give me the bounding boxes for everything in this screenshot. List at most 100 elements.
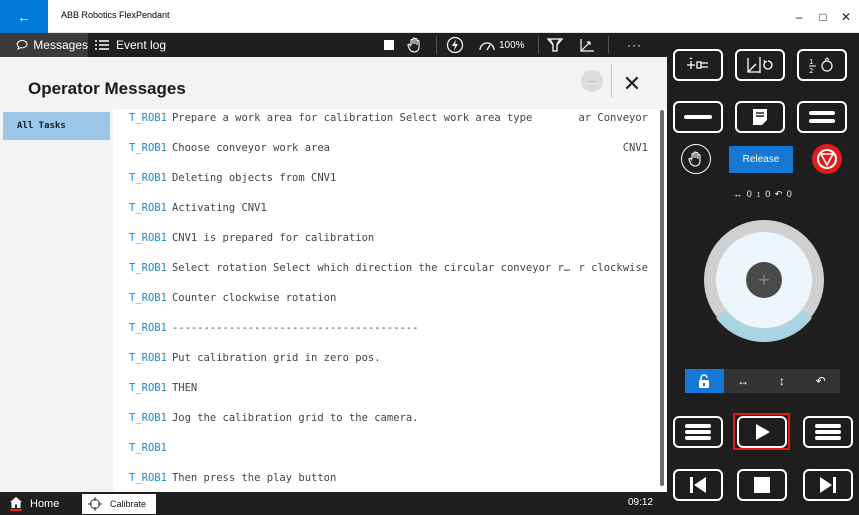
hand-guide-button[interactable] bbox=[406, 33, 424, 57]
half-speed-icon: 12 bbox=[809, 57, 833, 74]
message-source: T_ROB1 bbox=[129, 412, 167, 424]
task-filter-list: All Tasks bbox=[0, 109, 113, 492]
coordinate-frame-button[interactable] bbox=[578, 33, 596, 57]
stop-program-button[interactable] bbox=[737, 469, 787, 501]
speedometer-icon bbox=[479, 42, 495, 51]
lock-axis-button[interactable] bbox=[685, 369, 724, 393]
stop-square-icon bbox=[754, 477, 770, 493]
tool-frame-button[interactable] bbox=[546, 33, 564, 57]
message-row[interactable]: T_ROB1 bbox=[129, 442, 656, 458]
step-backward-button[interactable] bbox=[673, 469, 723, 501]
close-window-button[interactable]: ✕ bbox=[826, 0, 859, 33]
close-messages-button[interactable]: ✕ bbox=[620, 71, 644, 96]
axis-rotate-button[interactable]: ↶ bbox=[801, 369, 840, 393]
message-row[interactable]: T_ROB1 Activating CNV1 bbox=[129, 202, 656, 218]
flexpendant-window: ← ABB Robotics FlexPendant – □ ✕ Message… bbox=[0, 0, 859, 515]
back-button[interactable]: ← bbox=[0, 0, 48, 33]
status-bar: Home Calibrate 09:12 bbox=[0, 492, 667, 515]
message-text: Then press the play button bbox=[171, 472, 337, 484]
message-source: T_ROB1 bbox=[129, 292, 167, 304]
message-row[interactable]: T_ROB1 THEN bbox=[129, 382, 656, 398]
message-row[interactable]: T_ROB1 Select rotation Select which direc… bbox=[129, 262, 656, 278]
increment-button[interactable]: 12 bbox=[797, 49, 847, 81]
jog-control-panel: 12 Release ↔ 0 ↕ 0 ↶ 0 + ↔ ↕ ↶ bbox=[667, 33, 859, 515]
message-row[interactable]: T_ROB1 Deleting objects from CNV1 bbox=[129, 172, 656, 188]
stop-button[interactable] bbox=[384, 33, 394, 57]
more-options-button[interactable]: ··· bbox=[627, 33, 642, 57]
app-toolbar: Messages Event log 100% ··· bbox=[0, 33, 667, 57]
release-button[interactable]: Release bbox=[729, 146, 793, 173]
message-row[interactable]: T_ROB1 CNV1 is prepared for calibration bbox=[129, 232, 656, 248]
clock: 09:12 bbox=[627, 497, 653, 508]
jog-joystick[interactable]: + bbox=[702, 218, 826, 342]
list-icon bbox=[95, 40, 109, 50]
event-log-tab[interactable]: Event log bbox=[94, 33, 166, 57]
message-source: T_ROB1 bbox=[129, 442, 167, 454]
home-label: Home bbox=[30, 497, 60, 510]
horizontal-arrow-icon: ↔ bbox=[737, 374, 750, 388]
axis-y-button[interactable]: ↕ bbox=[763, 369, 802, 393]
note-button[interactable] bbox=[735, 101, 785, 133]
minus-button[interactable] bbox=[673, 101, 723, 133]
speed-control[interactable]: 100% bbox=[478, 33, 525, 57]
unlock-icon bbox=[699, 374, 710, 388]
more-icon: ··· bbox=[587, 76, 597, 86]
message-source: T_ROB1 bbox=[129, 232, 167, 244]
message-row[interactable]: T_ROB1 Put calibration grid in zero pos. bbox=[129, 352, 656, 368]
message-row[interactable]: T_ROB1 Prepare a work area for calibratio… bbox=[129, 112, 656, 128]
message-row[interactable]: T_ROB1 Then press the play button bbox=[129, 472, 656, 488]
left-menu-button[interactable] bbox=[673, 416, 723, 448]
back-arrow-icon: ← bbox=[17, 8, 31, 25]
event-log-tab-label: Event log bbox=[116, 38, 167, 52]
frame-rotate-button[interactable] bbox=[735, 49, 785, 81]
stop-square-icon bbox=[384, 40, 394, 50]
window-title: ABB Robotics FlexPendant bbox=[61, 10, 170, 20]
chat-icon bbox=[16, 39, 28, 51]
emergency-stop-icon bbox=[817, 149, 837, 169]
rotate-icon: ↶ bbox=[815, 374, 826, 388]
home-button[interactable]: Home bbox=[0, 492, 80, 515]
hand-icon bbox=[688, 151, 701, 167]
message-source: T_ROB1 bbox=[129, 352, 167, 364]
title-bar: ← ABB Robotics FlexPendant – □ ✕ bbox=[0, 0, 859, 33]
message-row[interactable]: T_ROB1 Choose conveyor work area CNV1 bbox=[129, 142, 656, 158]
close-icon: ✕ bbox=[622, 71, 642, 96]
message-row[interactable]: T_ROB1 Counter clockwise rotation bbox=[129, 292, 656, 308]
header-more-button[interactable]: ··· bbox=[581, 70, 603, 92]
dash-icon bbox=[684, 115, 712, 119]
message-row[interactable]: T_ROB1 ----------------------------------… bbox=[129, 322, 656, 338]
page-title: Operator Messages bbox=[28, 79, 186, 98]
axis-readout: ↔ 0 ↕ 0 ↶ 0 bbox=[733, 189, 793, 199]
toolbar-separator bbox=[538, 36, 539, 54]
step-forward-button[interactable] bbox=[803, 469, 853, 501]
hamburger-icon bbox=[815, 424, 841, 440]
axis-selector: ↔ ↕ ↶ bbox=[685, 369, 840, 393]
emergency-stop-button[interactable] bbox=[812, 144, 842, 174]
message-source: T_ROB1 bbox=[129, 382, 167, 394]
document-icon bbox=[753, 109, 767, 125]
message-text: Counter clockwise rotation bbox=[171, 292, 337, 304]
message-list[interactable]: T_ROB1 Prepare a work area for calibratio… bbox=[113, 109, 658, 492]
right-menu-button[interactable] bbox=[803, 416, 853, 448]
message-row[interactable]: T_ROB1 Jog the calibration grid to the ca… bbox=[129, 412, 656, 428]
calibrate-label: Calibrate bbox=[110, 499, 147, 509]
axis-x-button[interactable]: ↔ bbox=[724, 369, 763, 393]
crosshair-icon bbox=[88, 497, 102, 511]
calibrate-app-button[interactable]: Calibrate bbox=[82, 494, 156, 514]
message-text: Activating CNV1 bbox=[171, 202, 267, 214]
task-item-all-tasks[interactable]: All Tasks bbox=[3, 112, 110, 140]
message-source: T_ROB1 bbox=[129, 172, 167, 184]
message-scrollbar[interactable] bbox=[660, 110, 664, 486]
tool-icon bbox=[546, 38, 564, 52]
equals-button[interactable] bbox=[797, 101, 847, 133]
home-icon bbox=[10, 496, 22, 511]
enable-hand-button[interactable] bbox=[681, 144, 711, 174]
messages-tab-label: Messages bbox=[33, 38, 88, 52]
hamburger-icon bbox=[685, 424, 711, 440]
message-source: T_ROB1 bbox=[129, 142, 167, 154]
close-icon: ✕ bbox=[840, 9, 852, 24]
tool-change-button[interactable] bbox=[673, 49, 723, 81]
power-button[interactable] bbox=[446, 33, 464, 57]
message-text: Choose conveyor work area bbox=[171, 142, 330, 154]
messages-tab[interactable]: Messages bbox=[0, 33, 88, 57]
